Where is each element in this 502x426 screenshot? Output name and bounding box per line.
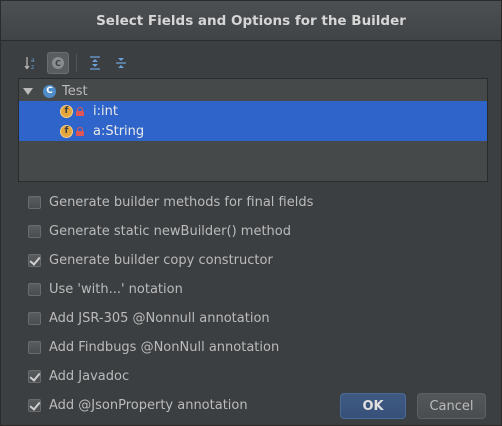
option-static-new-builder[interactable]: Generate static newBuilder() method xyxy=(28,221,291,241)
option-javadoc[interactable]: Add Javadoc xyxy=(28,366,129,386)
cancel-button[interactable]: Cancel xyxy=(417,393,486,419)
show-classes-icon[interactable]: C xyxy=(47,52,69,74)
option-label: Add Findbugs @NonNull annotation xyxy=(49,339,280,355)
builder-dialog: Select Fields and Options for the Builde… xyxy=(0,0,502,426)
class-label: Test xyxy=(62,83,88,99)
svg-text:z: z xyxy=(31,64,34,71)
checkbox[interactable] xyxy=(28,224,41,238)
svg-text:a: a xyxy=(31,57,35,64)
fields-tree[interactable]: C Test f i:int f a:String xyxy=(18,78,488,182)
title-bar[interactable]: Select Fields and Options for the Builde… xyxy=(1,1,501,41)
class-icon: C xyxy=(43,84,56,98)
sort-alphabetically-icon[interactable]: a z xyxy=(21,52,43,74)
collapse-all-icon[interactable] xyxy=(110,52,132,74)
checkbox[interactable] xyxy=(28,253,41,267)
field-label: a:String xyxy=(93,123,145,139)
ok-button[interactable]: OK xyxy=(340,393,406,419)
option-label: Use 'with...' notation xyxy=(49,281,183,297)
option-label: Add JSR-305 @Nonnull annotation xyxy=(49,310,270,326)
expand-all-icon[interactable] xyxy=(84,52,106,74)
checkbox[interactable] xyxy=(28,340,41,354)
tree-toolbar: a z C xyxy=(21,52,132,74)
option-final-fields[interactable]: Generate builder methods for final field… xyxy=(28,192,313,212)
toolbar-separator xyxy=(76,54,77,72)
option-copy-constructor[interactable]: Generate builder copy constructor xyxy=(28,250,273,270)
checkbox[interactable] xyxy=(28,311,41,325)
tree-node-field[interactable]: f a:String xyxy=(19,121,487,141)
checkbox[interactable] xyxy=(28,195,41,209)
checkbox[interactable] xyxy=(28,282,41,296)
option-label: Generate builder copy constructor xyxy=(49,252,273,268)
field-icon: f xyxy=(60,124,73,138)
lock-icon xyxy=(76,106,84,116)
option-label: Add @JsonProperty annotation xyxy=(49,397,248,413)
tree-node-field[interactable]: f i:int xyxy=(19,101,487,121)
option-with-notation[interactable]: Use 'with...' notation xyxy=(28,279,183,299)
expand-arrow-icon[interactable] xyxy=(23,87,33,95)
option-json-property[interactable]: Add @JsonProperty annotation xyxy=(28,395,248,415)
tree-node-class[interactable]: C Test xyxy=(19,81,487,101)
svg-text:C: C xyxy=(55,59,61,68)
option-label: Generate static newBuilder() method xyxy=(49,223,291,239)
field-icon: f xyxy=(60,104,73,118)
dialog-title: Select Fields and Options for the Builde… xyxy=(96,12,406,29)
option-jsr305[interactable]: Add JSR-305 @Nonnull annotation xyxy=(28,308,270,328)
checkbox[interactable] xyxy=(28,369,41,383)
option-label: Generate builder methods for final field… xyxy=(49,194,314,210)
option-findbugs[interactable]: Add Findbugs @NonNull annotation xyxy=(28,337,279,357)
lock-icon xyxy=(76,126,84,136)
option-label: Add Javadoc xyxy=(49,368,130,384)
checkbox[interactable] xyxy=(28,398,41,412)
field-label: i:int xyxy=(93,103,118,119)
